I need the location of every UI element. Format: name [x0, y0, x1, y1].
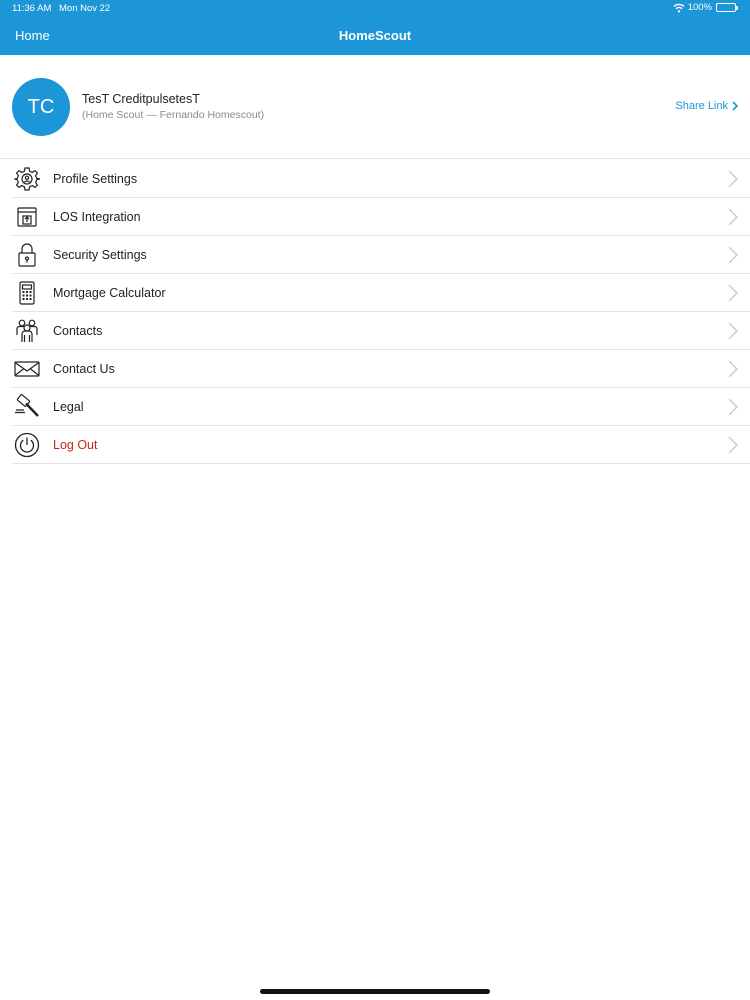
- menu-item-security-settings[interactable]: Security Settings: [12, 236, 750, 274]
- menu-item-profile-settings[interactable]: Profile Settings: [12, 160, 750, 198]
- envelope-icon: [14, 361, 40, 377]
- menu-item-label: Contact Us: [53, 362, 115, 376]
- menu-item-label: Log Out: [53, 438, 98, 452]
- menu-item-contacts[interactable]: Contacts: [12, 312, 750, 350]
- menu-item-los-integration[interactable]: LOS Integration: [12, 198, 750, 236]
- menu-item-label: LOS Integration: [53, 210, 141, 224]
- user-subtitle: (Home Scout — Fernando Homescout): [82, 109, 265, 121]
- settings-menu: Profile Settings LOS Integration Securit…: [12, 160, 750, 464]
- wifi-icon: [673, 3, 685, 12]
- page-title: HomeScout: [338, 28, 412, 43]
- chevron-right-icon: [728, 246, 738, 264]
- gear-icon: [14, 167, 40, 191]
- chevron-right-icon: [732, 101, 738, 111]
- home-indicator[interactable]: [260, 989, 490, 994]
- share-link-label: Share Link: [675, 100, 728, 112]
- chevron-right-icon: [728, 208, 738, 226]
- menu-item-legal[interactable]: Legal: [12, 388, 750, 426]
- chevron-right-icon: [728, 360, 738, 378]
- chevron-right-icon: [728, 170, 738, 188]
- chevron-right-icon: [728, 398, 738, 416]
- app-header: 11:36 AM Mon Nov 22 100% Home HomeScout: [0, 0, 750, 55]
- profile-card: TC TesT CreditpulsetesT (Home Scout — Fe…: [0, 55, 750, 159]
- battery-percent: 100%: [687, 2, 712, 13]
- power-icon: [14, 432, 40, 458]
- menu-item-mortgage-calculator[interactable]: Mortgage Calculator: [12, 274, 750, 312]
- lock-icon: [18, 243, 36, 267]
- menu-item-label: Security Settings: [53, 248, 147, 262]
- status-date: Mon Nov 22: [59, 3, 111, 14]
- gavel-icon: [15, 394, 39, 417]
- chevron-right-icon: [728, 284, 738, 302]
- user-name: TesT CreditpulsetesT: [82, 92, 200, 106]
- upload-icon: [17, 207, 37, 227]
- menu-item-label: Contacts: [53, 324, 103, 338]
- menu-item-log-out[interactable]: Log Out: [12, 426, 750, 464]
- calculator-icon: [19, 281, 35, 305]
- share-link-button[interactable]: Share Link: [675, 100, 738, 112]
- battery-icon: [716, 3, 738, 12]
- avatar: TC: [12, 78, 70, 136]
- menu-item-label: Legal: [53, 400, 84, 414]
- menu-item-label: Mortgage Calculator: [53, 286, 166, 300]
- menu-item-label: Profile Settings: [53, 172, 138, 186]
- chevron-right-icon: [728, 436, 738, 454]
- chevron-right-icon: [728, 322, 738, 340]
- menu-item-contact-us[interactable]: Contact Us: [12, 350, 750, 388]
- status-indicators: 100%: [673, 2, 738, 13]
- status-time: 11:36 AM: [12, 3, 52, 14]
- people-icon: [16, 319, 38, 342]
